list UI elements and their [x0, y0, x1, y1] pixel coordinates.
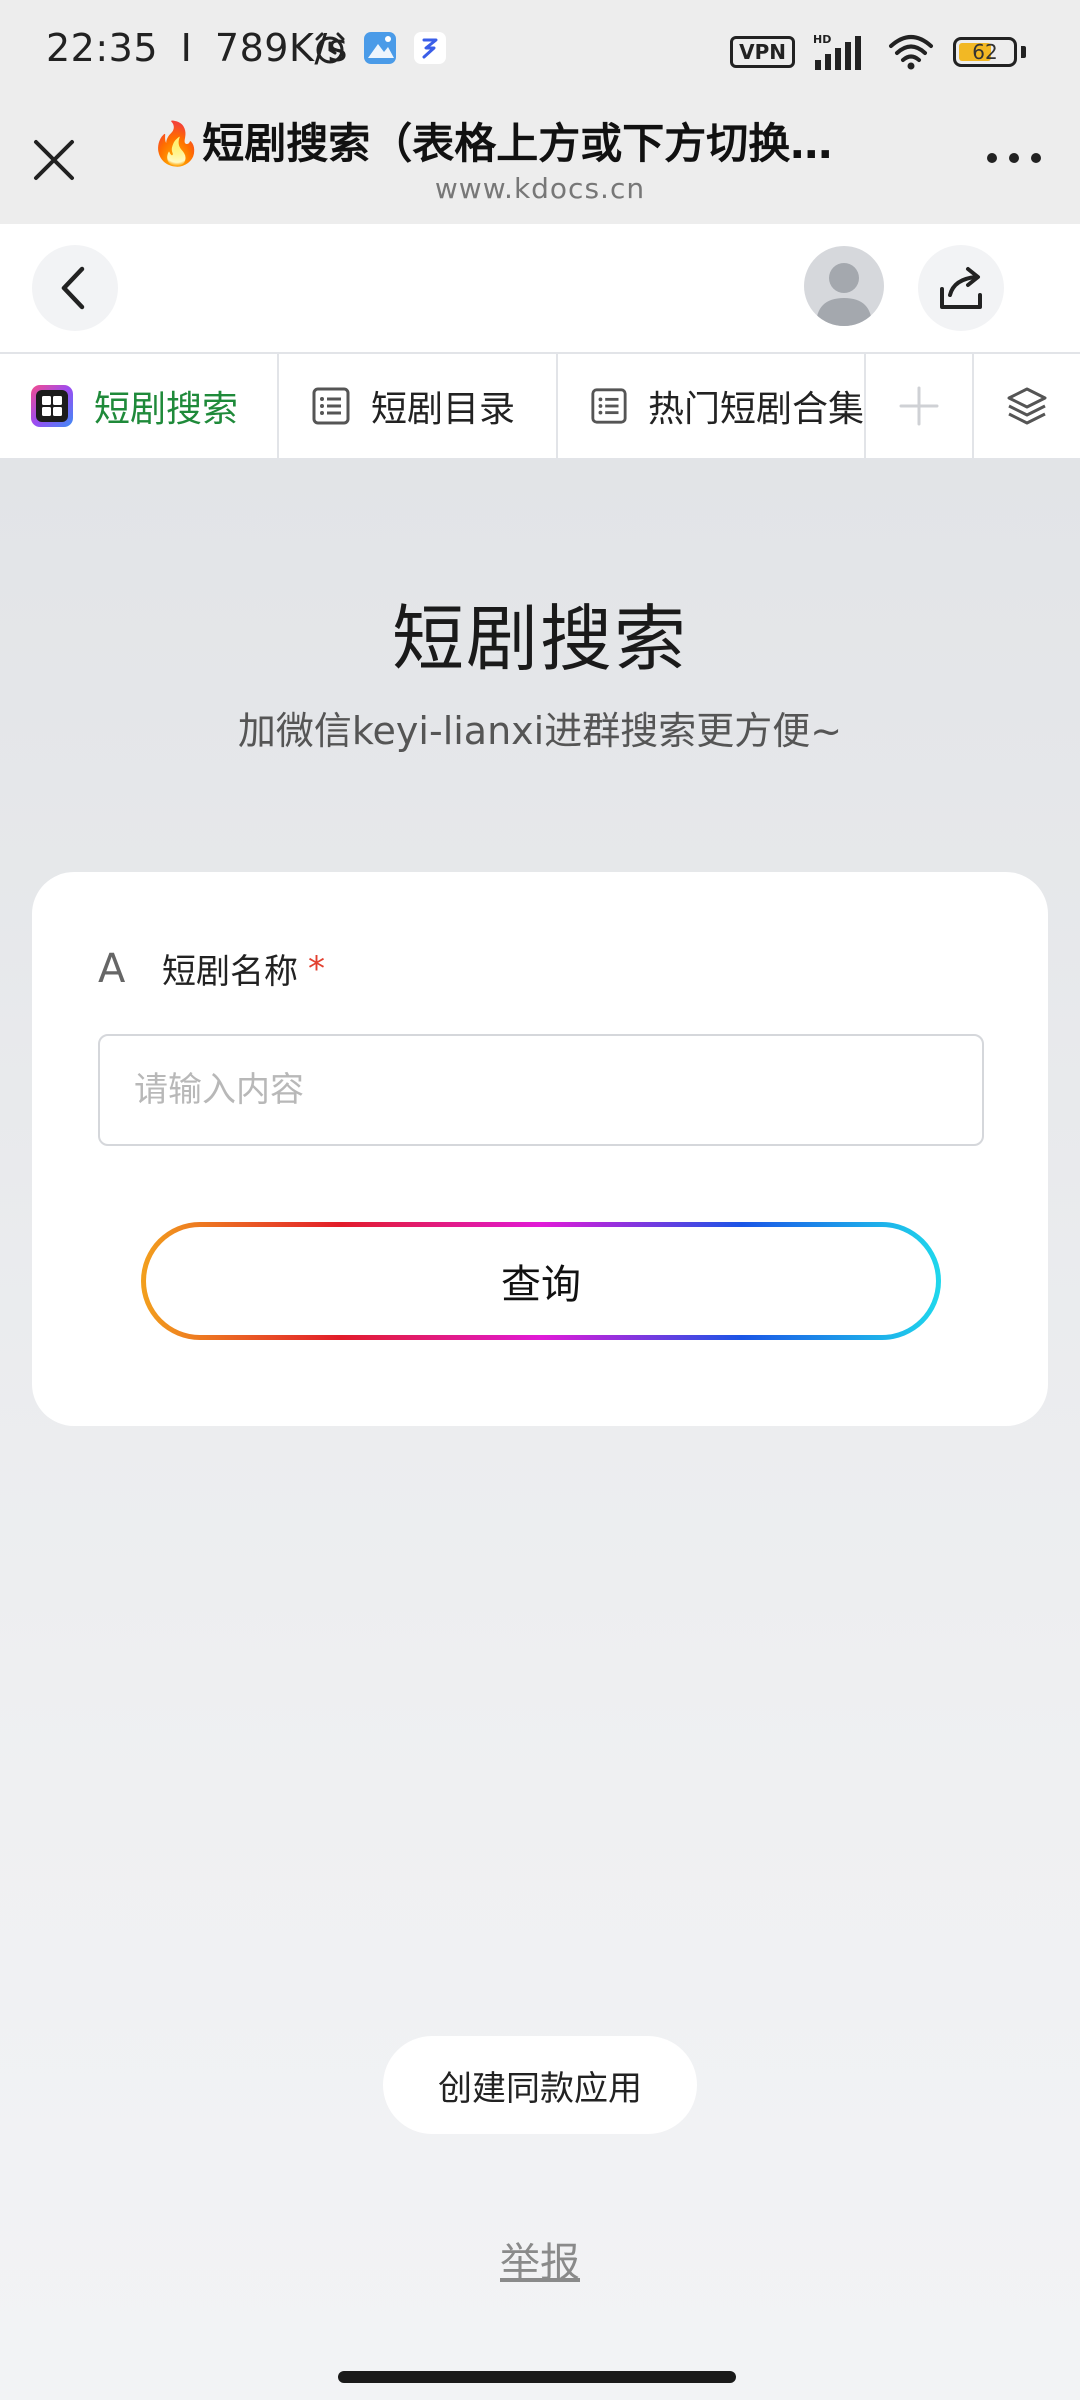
back-button[interactable] [32, 245, 118, 331]
tab-label: 短剧目录 [371, 389, 516, 430]
alarm-clock-icon [315, 32, 345, 64]
chevron-left-icon [61, 266, 85, 310]
status-bar: 22:35 I 789K/s VPN HD 62 [0, 0, 1080, 100]
tab-label: 短剧搜索 [94, 389, 239, 430]
cellular-signal-icon: HD [813, 33, 861, 70]
plus-icon [899, 386, 939, 426]
page-url: www.kdocs.cn [434, 172, 646, 205]
field-label: 短剧名称 [162, 952, 298, 992]
battery-icon: 62 [953, 37, 1017, 67]
tab-hot-drama-collection[interactable]: 热门短剧合集 [558, 354, 866, 458]
hd-label: HD [813, 33, 831, 46]
notification-icons [312, 30, 448, 66]
status-separator: I [180, 26, 193, 70]
required-mark: * [308, 948, 325, 989]
battery-tip [1021, 46, 1026, 58]
more-options-icon[interactable] [984, 146, 1044, 170]
sheet-list-button[interactable] [974, 354, 1080, 458]
app-grid-icon [31, 385, 73, 427]
wifi-icon [889, 35, 933, 70]
browser-header: 🔥短剧搜索（表格上方或下方切换… www.kdocs.cn [0, 100, 1080, 224]
tab-short-drama-search[interactable]: 短剧搜索 [0, 354, 279, 458]
query-button-label: 查询 [146, 1227, 936, 1335]
list-doc-icon [312, 387, 350, 425]
share-button[interactable] [918, 245, 1004, 331]
tab-short-drama-catalog[interactable]: 短剧目录 [279, 354, 558, 458]
system-icons: VPN HD 62 [730, 32, 1026, 72]
app-toolbar [0, 224, 1080, 352]
report-link[interactable]: 举报 [0, 2230, 1080, 2288]
layers-icon [1007, 387, 1047, 425]
query-button[interactable]: 查询 [141, 1222, 941, 1340]
form-card: A 短剧名称 * 查询 [32, 872, 1048, 1426]
add-sheet-button[interactable] [866, 354, 974, 458]
gallery-app-icon [364, 32, 396, 64]
share-icon [940, 267, 982, 309]
form-page: 短剧搜索 加微信keyi-lianxi进群搜索更方便~ A 短剧名称 * 查询 … [0, 460, 1080, 2360]
list-doc-icon [591, 388, 627, 424]
sheet-tab-bar: 短剧搜索 短剧目录 热门短剧合集 [0, 352, 1080, 460]
battery-level: 62 [972, 40, 998, 64]
page-title-bar: 🔥短剧搜索（表格上方或下方切换… [150, 119, 833, 168]
status-time-and-speed: 22:35 I 789K/s [46, 26, 348, 70]
home-indicator[interactable] [338, 2371, 736, 2383]
tab-label: 热门短剧合集 [647, 389, 864, 430]
user-avatar-icon [816, 263, 872, 326]
field-label-row: A 短剧名称 * [98, 944, 325, 993]
form-subtitle: 加微信keyi-lianxi进群搜索更方便~ [237, 709, 843, 753]
text-field-icon: A [98, 945, 126, 992]
app-notification-icon [414, 32, 446, 64]
system-nav-bar [0, 2360, 1080, 2400]
vpn-icon: VPN [730, 36, 795, 68]
status-time: 22:35 [46, 26, 159, 70]
create-same-app-button[interactable]: 创建同款应用 [383, 2036, 697, 2134]
form-title: 短剧搜索 [391, 597, 688, 681]
avatar[interactable] [804, 246, 884, 326]
drama-name-input[interactable] [98, 1034, 984, 1146]
